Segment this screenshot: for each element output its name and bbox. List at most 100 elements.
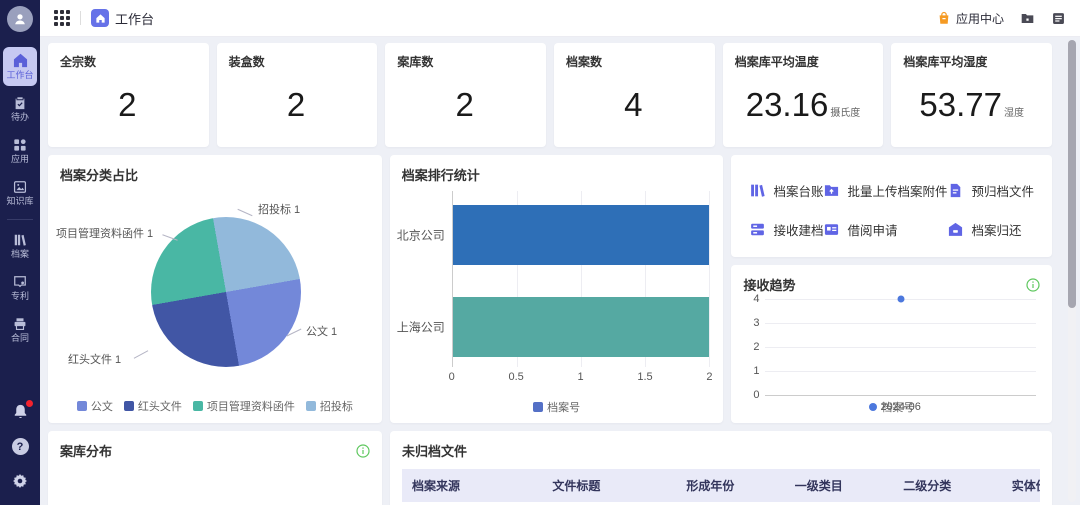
x-tick: 0.5 bbox=[508, 371, 523, 383]
sidebar-item-contracts[interactable]: 合同 bbox=[3, 311, 37, 349]
panel-title: 未归档文件 bbox=[402, 441, 1040, 460]
settings-button[interactable] bbox=[12, 473, 28, 489]
topbar-right: 应用中心 bbox=[937, 10, 1066, 27]
panel-title: 案库分布 bbox=[60, 441, 112, 460]
x-axis-ticks: 0 0.5 1 1.5 2 bbox=[452, 371, 710, 385]
x-tick: 1 bbox=[578, 371, 584, 383]
legend-item[interactable]: 招投标 bbox=[306, 398, 353, 414]
app-launcher-button[interactable] bbox=[54, 10, 70, 26]
books-icon bbox=[13, 233, 27, 247]
task-list-button[interactable] bbox=[1051, 11, 1066, 26]
legend-item[interactable]: 档案号 bbox=[869, 399, 914, 415]
borrow-request-icon bbox=[823, 221, 840, 238]
quick-action-pre-archive[interactable]: 预归档文件 bbox=[947, 181, 1034, 200]
sidebar-item-archives[interactable]: 档案 bbox=[3, 227, 37, 265]
legend-item[interactable]: 红头文件 bbox=[124, 398, 182, 414]
legend-item[interactable]: 公文 bbox=[77, 398, 113, 414]
quick-action-archive-return[interactable]: 档案归还 bbox=[947, 220, 1034, 239]
pie-callout-project-docs: 项目管理资料函件 1 bbox=[56, 225, 153, 241]
sidebar-item-todo[interactable]: 待办 bbox=[3, 90, 37, 128]
repository-distribution-panel: 案库分布 bbox=[48, 431, 382, 505]
stat-label: 案库数 bbox=[397, 53, 534, 70]
bar-category-label: 上海公司 bbox=[397, 319, 445, 336]
gridline bbox=[765, 323, 1036, 324]
pie-chart-panel: 档案分类占比 招投标 1 公文 1 红头文件 1 项目管理资料函件 1 公文 红… bbox=[48, 155, 382, 423]
sidebar-item-label: 专利 bbox=[11, 291, 29, 301]
y-tick: 1 bbox=[753, 365, 759, 377]
sidebar-item-patents[interactable]: 专利 bbox=[3, 269, 37, 307]
sidebar-nav: 工作台 待办 应用 知识库 档案 专利 合同 bbox=[0, 37, 40, 351]
archive-return-icon bbox=[947, 221, 964, 238]
sidebar-item-apps[interactable]: 应用 bbox=[3, 132, 37, 170]
legend-item[interactable]: 档案号 bbox=[533, 399, 580, 415]
legend-label: 档案号 bbox=[547, 399, 580, 415]
avatar[interactable] bbox=[7, 6, 33, 32]
data-point-2024-06 bbox=[897, 296, 904, 303]
notifications-button[interactable] bbox=[12, 403, 29, 420]
stat-unit: 摄氏度 bbox=[830, 108, 860, 119]
knowledge-base-icon bbox=[13, 180, 27, 194]
quick-action-borrow-request[interactable]: 借阅申请 bbox=[823, 220, 947, 239]
app-center-bag-icon bbox=[937, 11, 951, 25]
workspace-folder-button[interactable] bbox=[1020, 11, 1035, 26]
quick-actions-grid: 档案台账 批量上传档案附件 预归档文件 接收建档 bbox=[743, 165, 1040, 239]
sidebar-item-label: 合同 bbox=[11, 333, 29, 343]
gear-icon bbox=[12, 473, 28, 489]
sidebar-item-knowledge[interactable]: 知识库 bbox=[3, 174, 37, 212]
right-column: 档案台账 批量上传档案附件 预归档文件 接收建档 bbox=[731, 155, 1052, 423]
stat-label: 装盒数 bbox=[229, 53, 366, 70]
panel-title: 档案分类占比 bbox=[60, 165, 370, 184]
sidebar-item-workbench[interactable]: 工作台 bbox=[3, 47, 37, 86]
quick-action-batch-upload[interactable]: 批量上传档案附件 bbox=[823, 181, 947, 200]
stat-card-fonds: 全宗数 2 bbox=[48, 43, 209, 147]
stat-card-boxes: 装盒数 2 bbox=[217, 43, 378, 147]
col-secondary-category: 二级分类 bbox=[893, 469, 1001, 502]
sidebar-item-label: 知识库 bbox=[6, 196, 33, 206]
quick-action-archive-ledger[interactable]: 档案台账 bbox=[749, 181, 823, 200]
main-content: 全宗数 2 装盒数 2 案库数 2 档案数 4 档案库平均温度 23.16摄氏度… bbox=[40, 37, 1080, 505]
bar-beijing bbox=[453, 205, 710, 265]
info-icon[interactable] bbox=[1026, 278, 1040, 292]
topbar-divider bbox=[80, 11, 81, 25]
legend-swatch bbox=[77, 401, 87, 411]
stat-value: 2 bbox=[287, 86, 305, 123]
bar-shanghai bbox=[453, 297, 710, 357]
info-icon[interactable] bbox=[356, 444, 370, 458]
avatar-wrap bbox=[0, 0, 40, 37]
sidebar-item-label: 应用 bbox=[11, 154, 29, 164]
pie-leader-line bbox=[237, 209, 252, 216]
gridline bbox=[709, 191, 710, 367]
col-file-title: 文件标题 bbox=[542, 469, 676, 502]
sidebar-item-label: 档案 bbox=[11, 249, 29, 259]
page-title: 工作台 bbox=[115, 9, 154, 28]
x-tick: 1.5 bbox=[637, 371, 652, 383]
receive-trend-line-chart: 4 3 2 1 0 bbox=[765, 299, 1036, 395]
unarchived-files-panel: 未归档文件 档案来源 文件标题 形成年份 一级类目 二级分类 实体份数 合同管理 bbox=[390, 431, 1052, 505]
app-center-button[interactable]: 应用中心 bbox=[937, 10, 1004, 27]
scrollbar-thumb[interactable] bbox=[1068, 40, 1076, 308]
workbench-home-button[interactable] bbox=[91, 9, 109, 27]
legend-label: 项目管理资料函件 bbox=[207, 398, 295, 414]
china-map-outline bbox=[60, 460, 370, 505]
sidebar-item-label: 工作台 bbox=[6, 70, 33, 80]
gridline bbox=[765, 371, 1036, 372]
legend-label: 公文 bbox=[91, 398, 113, 414]
help-button[interactable]: ? bbox=[12, 438, 29, 455]
trend-legend: 档案号 bbox=[731, 399, 1052, 415]
quick-action-receive-create[interactable]: 接收建档 bbox=[749, 220, 823, 239]
quick-action-label: 档案归还 bbox=[971, 220, 1021, 239]
quick-action-label: 档案台账 bbox=[773, 181, 823, 200]
legend-swatch bbox=[533, 402, 543, 412]
document-list-icon bbox=[1051, 11, 1066, 26]
legend-item[interactable]: 项目管理资料函件 bbox=[193, 398, 295, 414]
pre-archive-file-icon bbox=[947, 182, 964, 199]
clipboard-check-icon bbox=[13, 96, 27, 110]
panel-title: 档案排行统计 bbox=[402, 165, 712, 184]
stat-unit: 湿度 bbox=[1004, 108, 1024, 119]
receive-trend-panel: 接收趋势 4 3 2 1 0 2024-06 档案号 bbox=[731, 265, 1052, 423]
sidebar: 工作台 待办 应用 知识库 档案 专利 合同 bbox=[0, 0, 40, 505]
stat-value: 23.16 bbox=[746, 86, 829, 123]
stat-value: 2 bbox=[456, 86, 474, 123]
legend-dot bbox=[869, 403, 877, 411]
unarchived-files-table: 档案来源 文件标题 形成年份 一级类目 二级分类 实体份数 合同管理 产品销售合… bbox=[402, 469, 1040, 505]
